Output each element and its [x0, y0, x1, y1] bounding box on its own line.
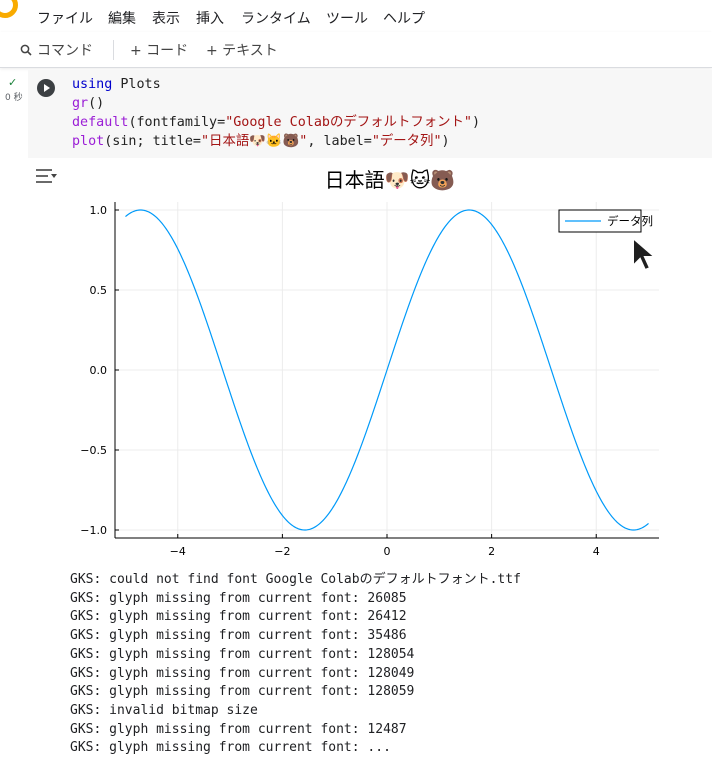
output-line: GKS: could not find font Google Colabのデフ…	[70, 572, 521, 587]
menu-view[interactable]: 表示	[152, 8, 180, 28]
menu-edit[interactable]: 編集	[108, 8, 136, 28]
code-token: Plots	[112, 77, 161, 92]
menu-insert[interactable]: 挿入	[196, 8, 224, 28]
y-tick-label: 0.0	[90, 364, 108, 377]
menu-file[interactable]: ファイル	[37, 8, 93, 28]
code-token: ()	[88, 96, 105, 111]
output-line: GKS: glyph missing from current font: 12…	[70, 721, 407, 737]
command-label: コマンド	[37, 43, 93, 59]
code-token: , label=	[307, 134, 372, 149]
x-tick-label: 0	[384, 545, 391, 558]
y-tick-label: −1.0	[80, 524, 107, 537]
code-token: "日本語🐶🐱🐻"	[201, 134, 308, 149]
x-tick-label: 4	[593, 545, 600, 558]
code-token: "Google Colabのデフォルトフォント"	[225, 115, 472, 130]
x-tick-label: −2	[274, 545, 290, 558]
y-tick-label: −0.5	[80, 444, 107, 457]
output-line: GKS: glyph missing from current font: 12…	[70, 646, 415, 662]
code-line: plot(sin; title="日本語🐶🐱🐻", label="データ列")	[72, 132, 480, 151]
code-token: (sin; title=	[104, 134, 201, 149]
toolbar-divider	[113, 40, 114, 60]
output-line: GKS: invalid bitmap size	[70, 702, 258, 718]
output-line: GKS: glyph missing from current font: 35…	[70, 628, 407, 644]
sin-plot: −4 −2 0 2 4 1.0 0.5 0.0 −0.5 −1.0 データ列	[80, 202, 659, 558]
menu-help[interactable]: ヘルプ	[383, 8, 425, 28]
add-text-button[interactable]: + テキスト	[206, 40, 278, 60]
y-tick-label: 1.0	[90, 204, 108, 217]
cell-output: GKS: could not find font Google Colabのデフ…	[70, 571, 521, 758]
add-code-button[interactable]: + コード	[130, 40, 188, 60]
execution-time: 0 秒	[5, 93, 23, 103]
toolbar: コマンド + コード + テキスト	[0, 32, 712, 68]
code-token: gr	[72, 96, 89, 111]
run-cell-button[interactable]	[36, 78, 56, 98]
search-icon	[20, 44, 32, 56]
output-line: GKS: glyph missing from current font: 12…	[70, 684, 415, 700]
mouse-cursor-icon	[632, 236, 657, 272]
success-check-icon: ✓	[8, 76, 18, 89]
y-tick-label: 0.5	[90, 284, 108, 297]
legend-label: データ列	[607, 214, 653, 228]
code-token: "データ列"	[371, 134, 442, 149]
plot-title: 日本語🐶🐱🐻	[324, 168, 456, 192]
code-token: (fontfamily=	[128, 115, 226, 130]
code-token: plot	[72, 134, 105, 149]
code-editor[interactable]: using Plots gr() default(fontfamily="Googl…	[72, 75, 480, 151]
add-text-label: + テキスト	[206, 43, 278, 59]
x-tick-label: 2	[488, 545, 495, 558]
x-tick-label: −4	[170, 545, 186, 558]
output-menu-icon[interactable]	[34, 166, 58, 186]
code-line: gr()	[72, 94, 480, 113]
code-token: )	[441, 134, 450, 149]
code-token: )	[471, 115, 481, 130]
code-line: using Plots	[72, 75, 480, 94]
code-line: default(fontfamily="Google Colabのデフォルトフォ…	[72, 113, 480, 132]
output-line: GKS: glyph missing from current font: 26…	[70, 590, 407, 606]
code-token: default	[72, 115, 129, 130]
output-line: GKS: glyph missing from current font: 26…	[70, 609, 407, 625]
menu-tools[interactable]: ツール	[326, 8, 368, 28]
code-token: using	[72, 77, 113, 92]
menu-runtime[interactable]: ランタイム	[241, 8, 311, 28]
command-button[interactable]: コマンド	[20, 40, 93, 60]
menu-bar: ファイル 編集 表示 挿入 ランタイム ツール ヘルプ	[0, 0, 712, 32]
add-code-label: + コード	[130, 43, 189, 59]
output-line: GKS: glyph missing from current font: ..…	[70, 740, 391, 756]
output-line: GKS: glyph missing from current font: 12…	[70, 665, 415, 681]
